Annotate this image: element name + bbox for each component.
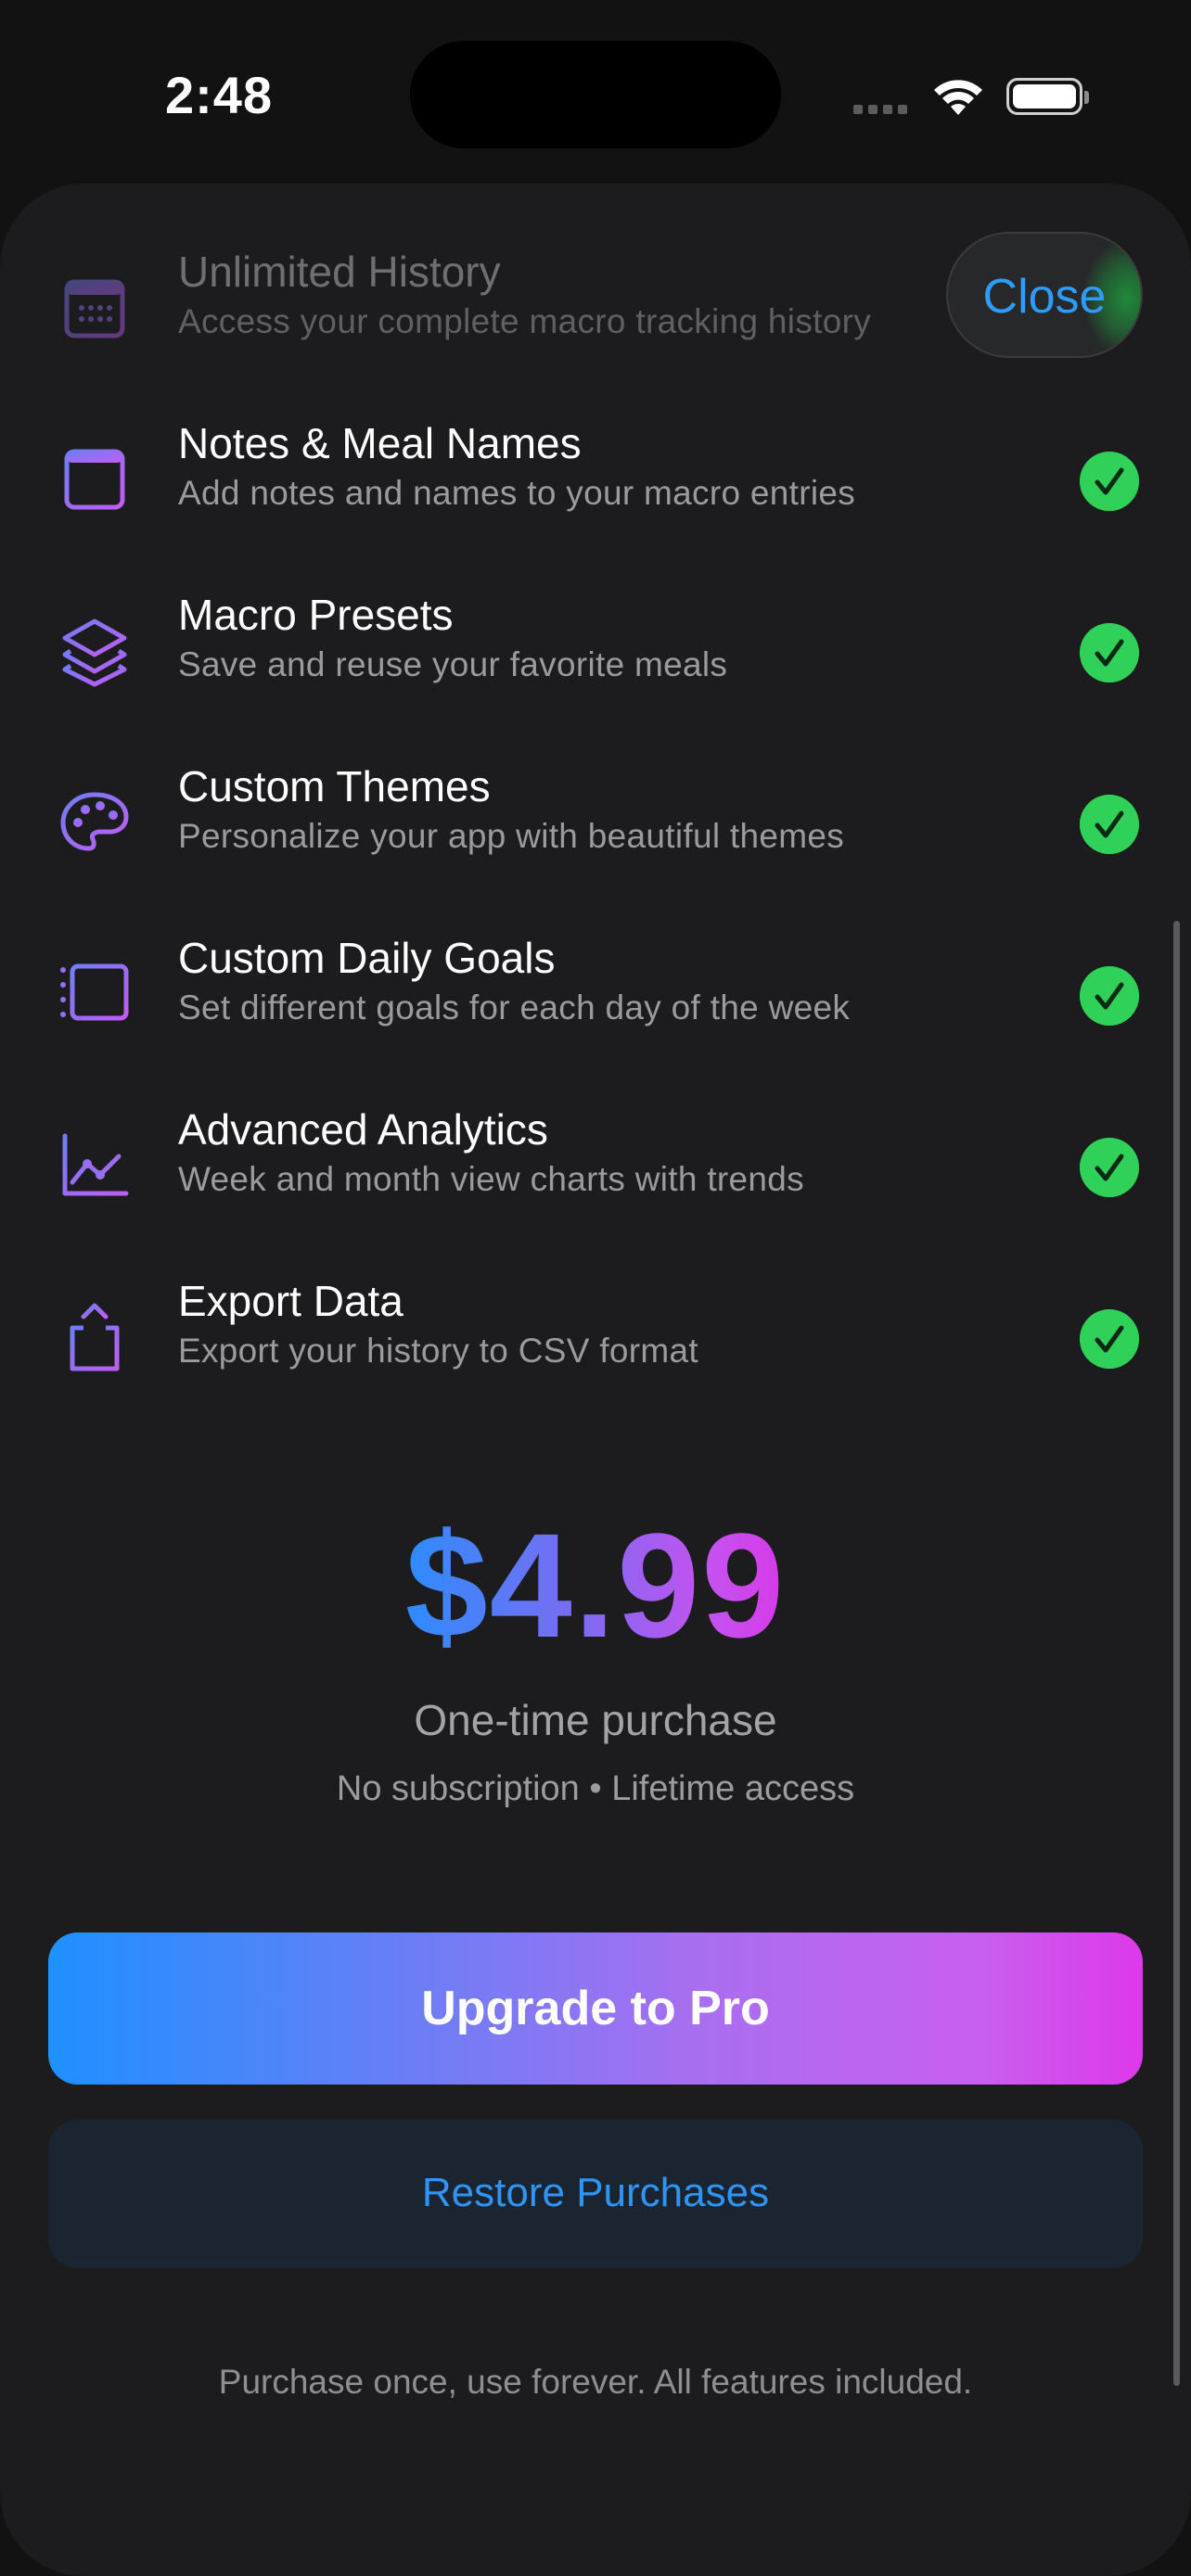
checkmark-icon <box>1080 966 1139 1026</box>
feature-row-export-data: Export Data Export your history to CSV f… <box>0 1269 1191 1417</box>
feature-title: Notes & Meal Names <box>178 419 582 467</box>
feature-title: Macro Presets <box>178 591 454 639</box>
battery-icon <box>1006 78 1089 115</box>
restore-button-label: Restore Purchases <box>421 2170 770 2215</box>
close-button-label: Close <box>982 270 1107 324</box>
feature-description: Add notes and names to your macro entrie… <box>178 474 856 512</box>
feature-description: Access your complete macro tracking hist… <box>178 302 871 340</box>
wifi-icon <box>934 80 982 115</box>
feature-description: Set different goals for each day of the … <box>178 988 851 1027</box>
feature-title: Advanced Analytics <box>178 1105 548 1154</box>
price-display: $4.99 <box>0 1500 1191 1671</box>
checkmark-icon <box>1080 1309 1139 1369</box>
feature-title: Custom Daily Goals <box>178 934 556 982</box>
upgrade-button-label: Upgrade to Pro <box>421 1982 770 2035</box>
feature-title: Unlimited History <box>178 248 501 296</box>
feature-row-advanced-analytics: Advanced Analytics Week and month view c… <box>0 1097 1191 1245</box>
calendar-icon <box>64 279 125 338</box>
checkmark-icon <box>1080 1138 1139 1197</box>
share-icon <box>70 1303 120 1371</box>
checkmark-icon <box>1080 452 1139 511</box>
feature-row-custom-themes: Custom Themes Personalize your app with … <box>0 754 1191 902</box>
dynamic-island <box>410 41 781 148</box>
status-time: 2:48 <box>165 66 274 124</box>
checkmark-icon <box>1080 623 1139 682</box>
price-value: $4.99 <box>404 1502 787 1668</box>
feature-title: Custom Themes <box>178 762 491 810</box>
cellular-signal-icon <box>853 102 913 119</box>
chart-icon <box>62 1133 129 1196</box>
pro-upgrade-sheet: Unlimited History Access your complete m… <box>0 184 1191 2576</box>
feature-row-notes: Notes & Meal Names Add notes and names t… <box>0 411 1191 559</box>
status-bar: 2:48 <box>0 0 1191 185</box>
checkmark-icon <box>1080 795 1139 854</box>
close-button[interactable]: Close <box>946 232 1143 358</box>
purchase-type-label: One-time purchase <box>414 1696 777 1744</box>
feature-row-macro-presets: Macro Presets Save and reuse your favori… <box>0 582 1191 731</box>
restore-purchases-button[interactable]: Restore Purchases <box>48 2120 1143 2268</box>
layers-icon <box>62 618 127 687</box>
palette-icon <box>60 792 129 851</box>
list-icon <box>60 963 129 1021</box>
upgrade-to-pro-button[interactable]: Upgrade to Pro <box>48 1932 1143 2085</box>
feature-row-custom-daily-goals: Custom Daily Goals Set different goals f… <box>0 925 1191 1074</box>
feature-description: Week and month view charts with trends <box>178 1160 804 1198</box>
purchase-details-label: No subscription • Lifetime access <box>336 1769 855 1808</box>
feature-title: Export Data <box>178 1277 403 1325</box>
feature-description: Export your history to CSV format <box>178 1332 698 1370</box>
footer-note: Purchase once, use forever. All features… <box>218 2363 973 2401</box>
feature-description: Save and reuse your favorite meals <box>178 645 728 683</box>
feature-description: Personalize your app with beautiful them… <box>178 817 845 855</box>
notes-icon <box>64 449 125 510</box>
